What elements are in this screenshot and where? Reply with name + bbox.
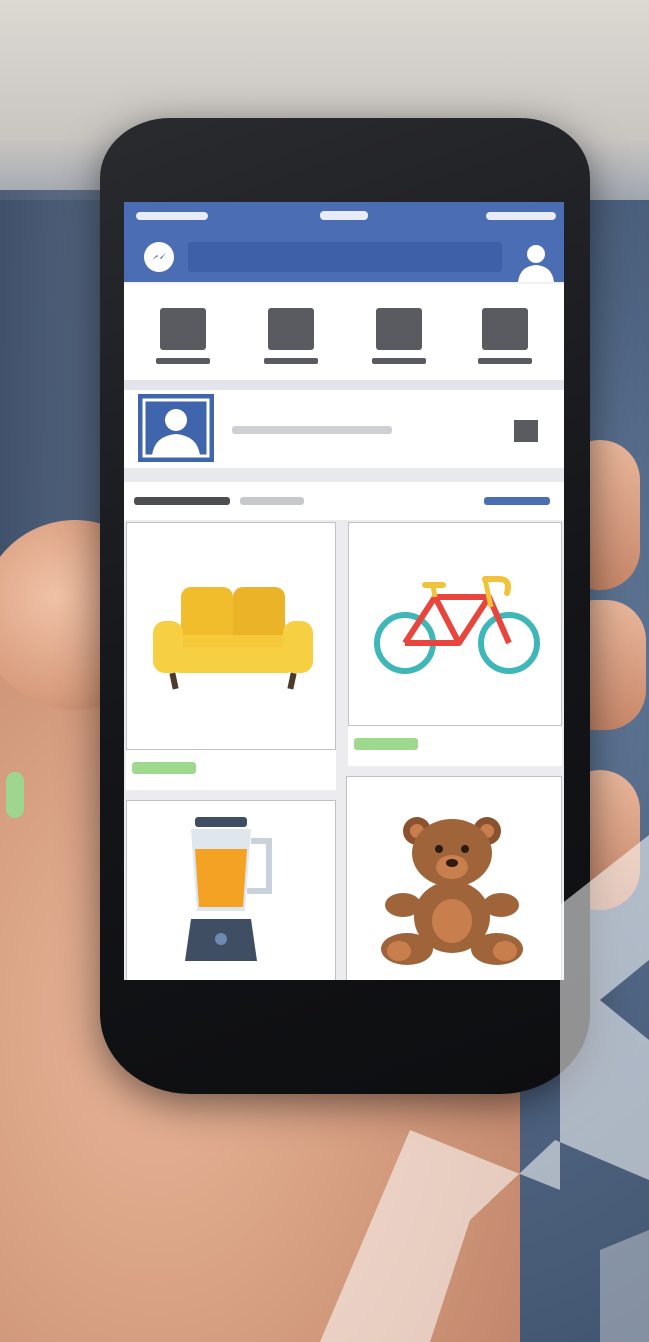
listing-card-sofa[interactable] [126,522,336,750]
tab-inactive[interactable] [240,497,304,505]
profile-name-bar [232,426,392,434]
phone-screen [124,202,564,980]
listing-info-sofa[interactable] [126,750,336,790]
listing-info-bicycle[interactable] [348,726,562,766]
status-bar-left [136,212,208,220]
shortcut-item[interactable] [478,306,534,366]
shortcut-item[interactable] [156,306,212,366]
status-bar-right [486,212,556,220]
fingernail [6,772,24,818]
listings-grid [124,520,564,980]
sofa-icon [153,587,313,690]
background-scene [0,0,649,1342]
price-bar [354,738,418,750]
listing-card-blender[interactable] [126,800,336,980]
section-divider [124,468,564,482]
messenger-bolt-icon [152,253,166,260]
shortcut-item[interactable] [264,306,320,366]
placeholder-square-icon [268,308,314,350]
shortcut-item[interactable] [372,306,428,366]
shortcut-label-bar [478,358,532,364]
messenger-icon[interactable] [144,242,174,272]
price-bar [132,762,196,774]
user-silhouette-icon [142,398,210,458]
marketplace-tabs [124,482,564,520]
placeholder-square-icon[interactable] [514,420,538,442]
placeholder-square-icon [482,308,528,350]
user-silhouette-icon[interactable] [514,238,558,282]
search-input[interactable] [188,242,502,272]
listing-card-teddy-bear[interactable] [346,776,562,980]
blender-icon [185,817,272,961]
section-divider [124,380,564,390]
tab-active[interactable] [134,497,230,505]
teddy-bear-icon [381,817,523,965]
bicycle-icon [374,576,540,674]
shortcut-row [124,284,564,380]
listing-card-bicycle[interactable] [348,522,562,726]
app-header [124,202,564,282]
shortcut-label-bar [264,358,318,364]
shortcut-label-bar [156,358,210,364]
placeholder-square-icon [376,308,422,350]
see-all-link[interactable] [484,497,550,505]
avatar[interactable] [138,394,214,462]
status-bar-center [320,211,368,220]
shortcut-label-bar [372,358,426,364]
profile-row[interactable] [124,390,564,468]
placeholder-square-icon [160,308,206,350]
